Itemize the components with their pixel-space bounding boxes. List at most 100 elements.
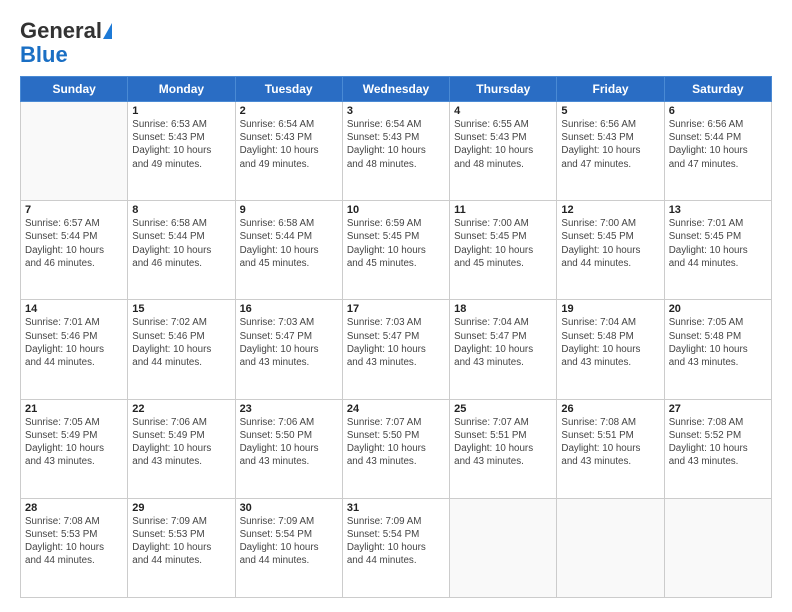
day-number: 2 <box>240 105 338 117</box>
calendar-cell: 9Sunrise: 6:58 AM Sunset: 5:44 PM Daylig… <box>235 201 342 300</box>
calendar-cell: 7Sunrise: 6:57 AM Sunset: 5:44 PM Daylig… <box>21 201 128 300</box>
day-info: Sunrise: 7:06 AM Sunset: 5:49 PM Dayligh… <box>132 416 230 469</box>
day-info: Sunrise: 7:08 AM Sunset: 5:51 PM Dayligh… <box>561 416 659 469</box>
day-info: Sunrise: 7:01 AM Sunset: 5:45 PM Dayligh… <box>669 217 767 270</box>
day-number: 6 <box>669 105 767 117</box>
calendar-cell: 6Sunrise: 6:56 AM Sunset: 5:44 PM Daylig… <box>664 102 771 201</box>
day-info: Sunrise: 6:57 AM Sunset: 5:44 PM Dayligh… <box>25 217 123 270</box>
day-number: 16 <box>240 303 338 315</box>
calendar-cell <box>557 498 664 597</box>
day-number: 3 <box>347 105 445 117</box>
calendar-cell: 12Sunrise: 7:00 AM Sunset: 5:45 PM Dayli… <box>557 201 664 300</box>
calendar-cell: 17Sunrise: 7:03 AM Sunset: 5:47 PM Dayli… <box>342 300 449 399</box>
day-number: 18 <box>454 303 552 315</box>
day-info: Sunrise: 7:07 AM Sunset: 5:51 PM Dayligh… <box>454 416 552 469</box>
day-info: Sunrise: 7:08 AM Sunset: 5:52 PM Dayligh… <box>669 416 767 469</box>
calendar-cell: 11Sunrise: 7:00 AM Sunset: 5:45 PM Dayli… <box>450 201 557 300</box>
day-number: 10 <box>347 204 445 216</box>
calendar-cell: 19Sunrise: 7:04 AM Sunset: 5:48 PM Dayli… <box>557 300 664 399</box>
day-number: 1 <box>132 105 230 117</box>
calendar-cell <box>664 498 771 597</box>
day-number: 7 <box>25 204 123 216</box>
day-info: Sunrise: 7:05 AM Sunset: 5:49 PM Dayligh… <box>25 416 123 469</box>
day-info: Sunrise: 7:09 AM Sunset: 5:54 PM Dayligh… <box>240 515 338 568</box>
calendar-cell: 16Sunrise: 7:03 AM Sunset: 5:47 PM Dayli… <box>235 300 342 399</box>
day-number: 29 <box>132 502 230 514</box>
header: General Blue <box>20 18 772 66</box>
calendar-cell: 18Sunrise: 7:04 AM Sunset: 5:47 PM Dayli… <box>450 300 557 399</box>
calendar-cell: 27Sunrise: 7:08 AM Sunset: 5:52 PM Dayli… <box>664 399 771 498</box>
calendar-cell: 10Sunrise: 6:59 AM Sunset: 5:45 PM Dayli… <box>342 201 449 300</box>
calendar-cell: 30Sunrise: 7:09 AM Sunset: 5:54 PM Dayli… <box>235 498 342 597</box>
day-info: Sunrise: 6:56 AM Sunset: 5:44 PM Dayligh… <box>669 118 767 171</box>
day-info: Sunrise: 6:58 AM Sunset: 5:44 PM Dayligh… <box>240 217 338 270</box>
day-number: 19 <box>561 303 659 315</box>
calendar-table: SundayMondayTuesdayWednesdayThursdayFrid… <box>20 76 772 598</box>
day-info: Sunrise: 6:59 AM Sunset: 5:45 PM Dayligh… <box>347 217 445 270</box>
day-number: 31 <box>347 502 445 514</box>
calendar-week-row: 21Sunrise: 7:05 AM Sunset: 5:49 PM Dayli… <box>21 399 772 498</box>
calendar-cell: 8Sunrise: 6:58 AM Sunset: 5:44 PM Daylig… <box>128 201 235 300</box>
calendar-cell: 24Sunrise: 7:07 AM Sunset: 5:50 PM Dayli… <box>342 399 449 498</box>
day-number: 25 <box>454 403 552 415</box>
weekday-header-thursday: Thursday <box>450 77 557 102</box>
day-number: 26 <box>561 403 659 415</box>
calendar-cell: 28Sunrise: 7:08 AM Sunset: 5:53 PM Dayli… <box>21 498 128 597</box>
day-info: Sunrise: 7:01 AM Sunset: 5:46 PM Dayligh… <box>25 316 123 369</box>
weekday-header-monday: Monday <box>128 77 235 102</box>
calendar-week-row: 28Sunrise: 7:08 AM Sunset: 5:53 PM Dayli… <box>21 498 772 597</box>
calendar-cell: 5Sunrise: 6:56 AM Sunset: 5:43 PM Daylig… <box>557 102 664 201</box>
day-number: 21 <box>25 403 123 415</box>
logo: General Blue <box>20 18 112 66</box>
day-number: 20 <box>669 303 767 315</box>
calendar-cell: 25Sunrise: 7:07 AM Sunset: 5:51 PM Dayli… <box>450 399 557 498</box>
calendar-cell: 21Sunrise: 7:05 AM Sunset: 5:49 PM Dayli… <box>21 399 128 498</box>
day-number: 13 <box>669 204 767 216</box>
day-info: Sunrise: 7:03 AM Sunset: 5:47 PM Dayligh… <box>347 316 445 369</box>
calendar-cell: 31Sunrise: 7:09 AM Sunset: 5:54 PM Dayli… <box>342 498 449 597</box>
day-number: 22 <box>132 403 230 415</box>
day-info: Sunrise: 6:53 AM Sunset: 5:43 PM Dayligh… <box>132 118 230 171</box>
calendar-cell: 13Sunrise: 7:01 AM Sunset: 5:45 PM Dayli… <box>664 201 771 300</box>
calendar-cell: 14Sunrise: 7:01 AM Sunset: 5:46 PM Dayli… <box>21 300 128 399</box>
calendar-cell: 4Sunrise: 6:55 AM Sunset: 5:43 PM Daylig… <box>450 102 557 201</box>
calendar-cell <box>450 498 557 597</box>
calendar-cell: 23Sunrise: 7:06 AM Sunset: 5:50 PM Dayli… <box>235 399 342 498</box>
day-number: 30 <box>240 502 338 514</box>
page: General Blue SundayMondayTuesdayWednesda… <box>0 0 792 612</box>
day-info: Sunrise: 6:58 AM Sunset: 5:44 PM Dayligh… <box>132 217 230 270</box>
weekday-header-sunday: Sunday <box>21 77 128 102</box>
logo-triangle-icon <box>103 23 112 39</box>
day-number: 11 <box>454 204 552 216</box>
calendar-cell: 15Sunrise: 7:02 AM Sunset: 5:46 PM Dayli… <box>128 300 235 399</box>
day-info: Sunrise: 7:08 AM Sunset: 5:53 PM Dayligh… <box>25 515 123 568</box>
day-number: 4 <box>454 105 552 117</box>
calendar-cell: 26Sunrise: 7:08 AM Sunset: 5:51 PM Dayli… <box>557 399 664 498</box>
day-info: Sunrise: 6:54 AM Sunset: 5:43 PM Dayligh… <box>347 118 445 171</box>
day-info: Sunrise: 6:54 AM Sunset: 5:43 PM Dayligh… <box>240 118 338 171</box>
day-number: 28 <box>25 502 123 514</box>
calendar-cell: 20Sunrise: 7:05 AM Sunset: 5:48 PM Dayli… <box>664 300 771 399</box>
day-number: 9 <box>240 204 338 216</box>
day-info: Sunrise: 6:55 AM Sunset: 5:43 PM Dayligh… <box>454 118 552 171</box>
day-number: 17 <box>347 303 445 315</box>
day-info: Sunrise: 7:00 AM Sunset: 5:45 PM Dayligh… <box>561 217 659 270</box>
logo-general: General <box>20 18 102 44</box>
logo-blue: Blue <box>20 44 68 66</box>
day-info: Sunrise: 7:05 AM Sunset: 5:48 PM Dayligh… <box>669 316 767 369</box>
day-info: Sunrise: 7:09 AM Sunset: 5:53 PM Dayligh… <box>132 515 230 568</box>
calendar-cell: 1Sunrise: 6:53 AM Sunset: 5:43 PM Daylig… <box>128 102 235 201</box>
calendar-cell: 22Sunrise: 7:06 AM Sunset: 5:49 PM Dayli… <box>128 399 235 498</box>
day-info: Sunrise: 7:00 AM Sunset: 5:45 PM Dayligh… <box>454 217 552 270</box>
calendar-cell <box>21 102 128 201</box>
weekday-header-wednesday: Wednesday <box>342 77 449 102</box>
day-info: Sunrise: 7:04 AM Sunset: 5:48 PM Dayligh… <box>561 316 659 369</box>
day-info: Sunrise: 7:06 AM Sunset: 5:50 PM Dayligh… <box>240 416 338 469</box>
day-number: 5 <box>561 105 659 117</box>
day-info: Sunrise: 7:09 AM Sunset: 5:54 PM Dayligh… <box>347 515 445 568</box>
calendar-week-row: 14Sunrise: 7:01 AM Sunset: 5:46 PM Dayli… <box>21 300 772 399</box>
weekday-header-row: SundayMondayTuesdayWednesdayThursdayFrid… <box>21 77 772 102</box>
day-number: 12 <box>561 204 659 216</box>
calendar-cell: 2Sunrise: 6:54 AM Sunset: 5:43 PM Daylig… <box>235 102 342 201</box>
calendar-cell: 29Sunrise: 7:09 AM Sunset: 5:53 PM Dayli… <box>128 498 235 597</box>
